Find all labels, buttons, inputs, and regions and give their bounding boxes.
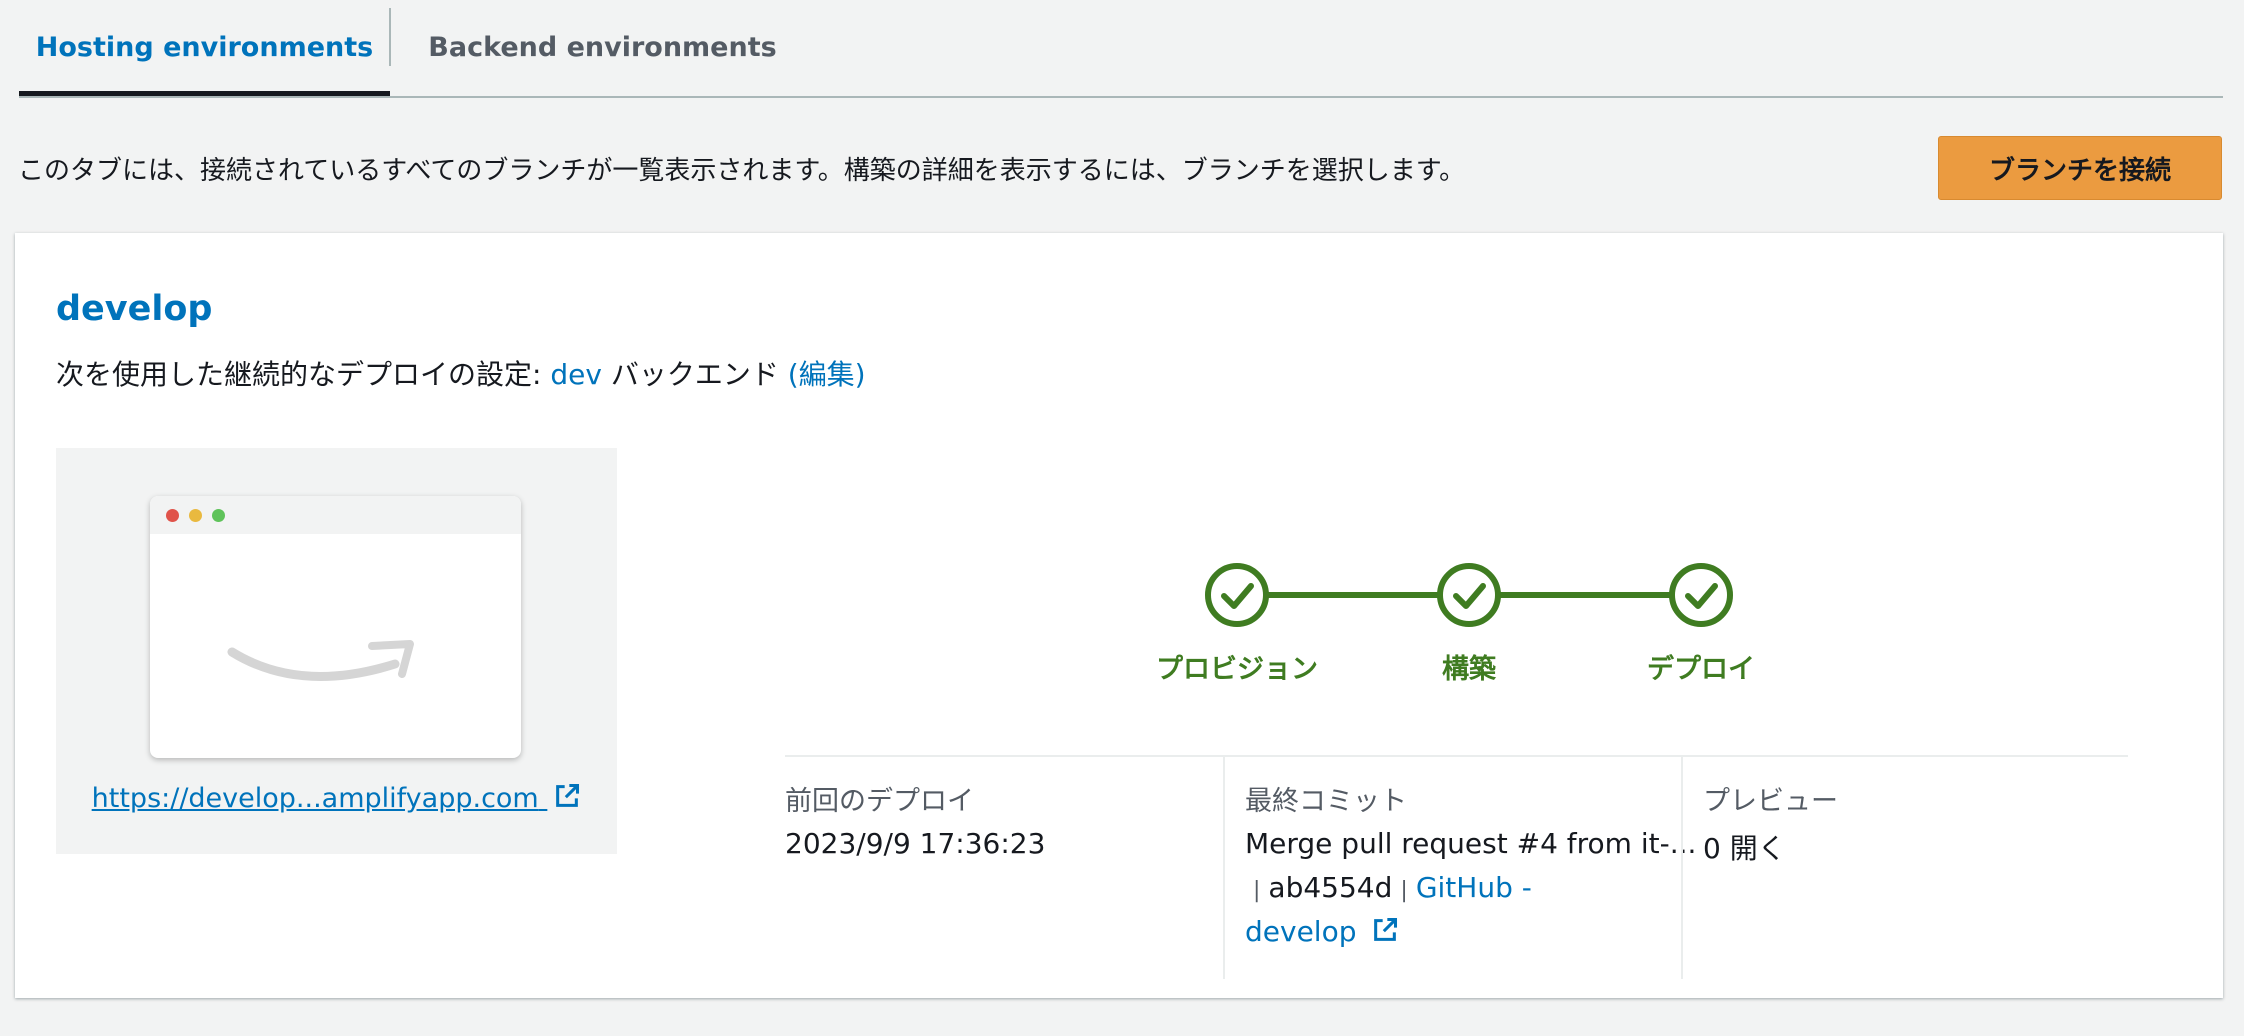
- close-dot-icon: [166, 509, 179, 522]
- step-label-deploy: デプロイ: [1647, 654, 1755, 685]
- intro-text: このタブには、接続されているすべてのブランチが一覧表示されます。構築の詳細を表示…: [18, 156, 1466, 186]
- browser-thumbnail: [150, 496, 521, 758]
- provision-check-icon: [1205, 563, 1269, 627]
- connect-branch-button[interactable]: ブランチを接続: [1938, 136, 2222, 200]
- minimize-dot-icon: [189, 509, 202, 522]
- last-commit-section: 最終コミット Merge pull request #4 from it-...…: [1223, 757, 1696, 979]
- build-pipeline: プロビジョン 構築 デプロイ: [1155, 551, 1755, 685]
- amazon-smile-logo-icon: [227, 640, 414, 681]
- last-deploy-section: 前回のデプロイ 2023/9/9 17:36:23: [785, 757, 1223, 979]
- step-label-provision: プロビジョン: [1156, 654, 1318, 685]
- app-url-link[interactable]: https://develop...amplifyapp.com: [56, 782, 617, 814]
- pipeline-graphic: [1205, 563, 1733, 627]
- edit-link[interactable]: (編集): [788, 358, 866, 391]
- deploy-settings-prefix: 次を使用した継続的なデプロイの設定:: [56, 358, 551, 391]
- last-commit-label: 最終コミット: [1245, 786, 1407, 817]
- backend-env-link[interactable]: dev: [550, 358, 602, 391]
- last-deploy-value: 2023/9/9 17:36:23: [785, 827, 1046, 860]
- last-deploy-label: 前回のデプロイ: [785, 786, 974, 817]
- commit-hash: ab4554d: [1268, 871, 1393, 904]
- deploy-check-icon: [1669, 563, 1733, 627]
- separator-pipe: |: [1253, 878, 1261, 903]
- tab-backend-environments[interactable]: Backend environments: [390, 0, 815, 94]
- branch-card: develop 次を使用した継続的なデプロイの設定: dev バックエンド (編…: [15, 233, 2223, 998]
- external-link-icon[interactable]: [1371, 916, 1399, 944]
- commit-message: Merge pull request #4 from it-...: [1245, 827, 1697, 860]
- environment-tabs: Hosting environments Backend environment…: [19, 0, 2223, 98]
- maximize-dot-icon: [212, 509, 225, 522]
- app-url-text: https://develop...amplifyapp.com: [91, 783, 539, 814]
- backend-suffix: バックエンド: [601, 358, 788, 391]
- branch-details: 前回のデプロイ 2023/9/9 17:36:23 最終コミット Merge p…: [785, 755, 2128, 979]
- commit-source-line2: develop: [1245, 915, 1399, 948]
- deploy-settings-line: 次を使用した継続的なデプロイの設定: dev バックエンド (編集): [56, 353, 866, 393]
- commit-meta-line: | ab4554d | GitHub -: [1245, 871, 1532, 904]
- build-check-icon: [1437, 563, 1501, 627]
- github-branch-link[interactable]: develop: [1245, 915, 1356, 948]
- browser-title-bar: [150, 496, 521, 534]
- branch-name-link[interactable]: develop: [56, 289, 212, 329]
- preview-open-link[interactable]: 0 開く: [1703, 827, 1786, 867]
- preview-section: プレビュー 0 開く: [1681, 757, 2130, 979]
- separator-pipe: |: [1400, 878, 1408, 903]
- external-link-icon: [556, 783, 580, 807]
- app-preview: https://develop...amplifyapp.com: [56, 448, 617, 854]
- tab-hosting-environments[interactable]: Hosting environments: [19, 0, 390, 96]
- preview-label: プレビュー: [1703, 786, 1838, 817]
- github-source-link[interactable]: GitHub -: [1416, 871, 1532, 904]
- step-label-build: 構築: [1442, 654, 1496, 685]
